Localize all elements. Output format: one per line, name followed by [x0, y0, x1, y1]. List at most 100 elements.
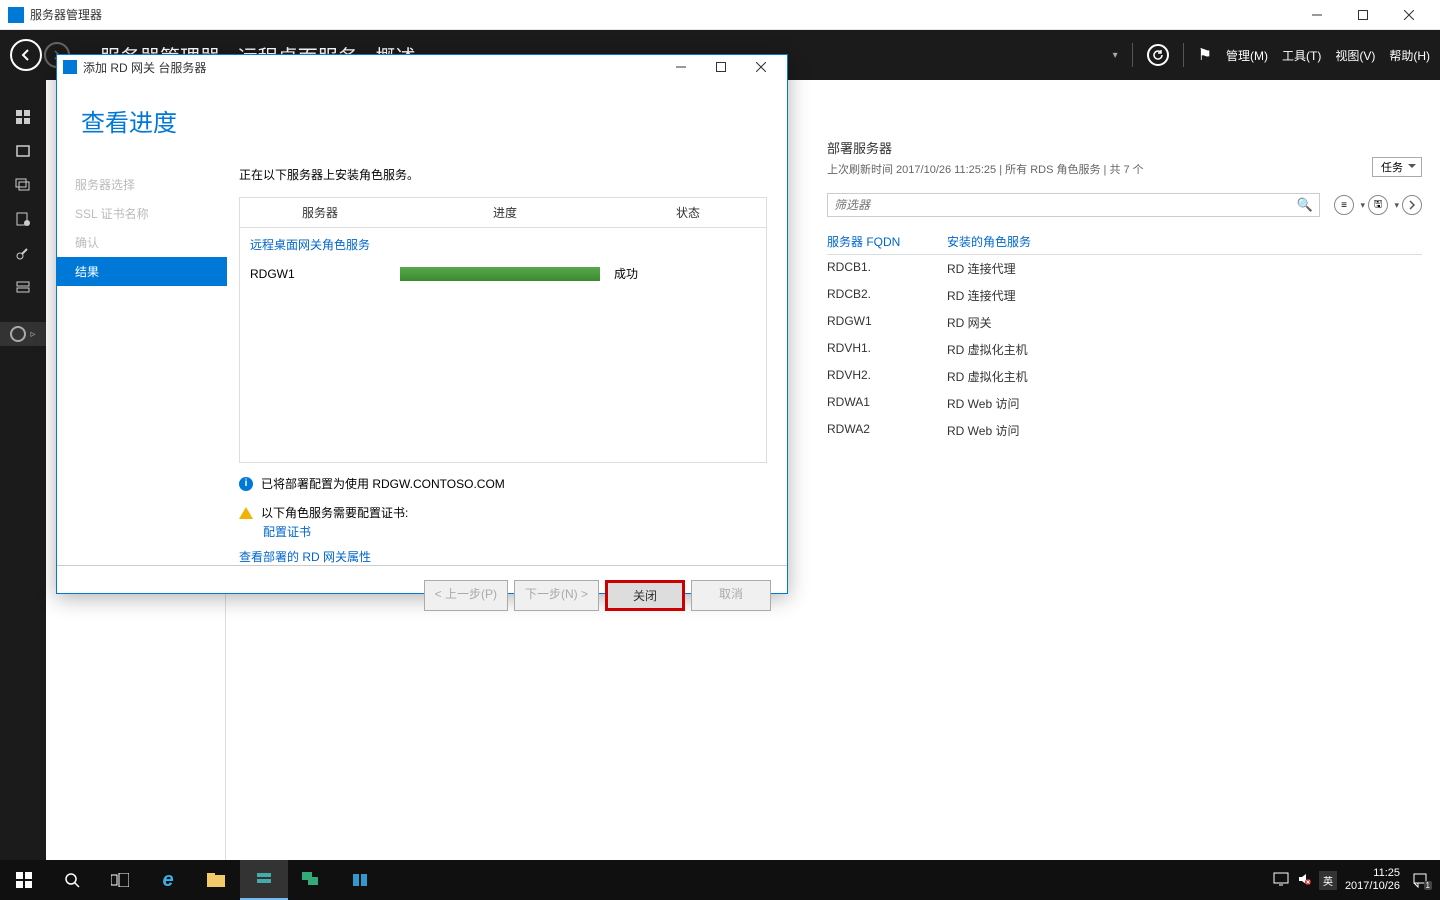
- tasks-dropdown[interactable]: 任务: [1372, 157, 1422, 177]
- parent-window-titlebar: 服务器管理器: [0, 0, 1440, 30]
- iis-icon[interactable]: [14, 244, 32, 262]
- all-servers-icon[interactable]: [14, 176, 32, 194]
- cell-fqdn: RDWA1: [827, 395, 947, 412]
- task-view-button[interactable]: [96, 860, 144, 900]
- cancel-button: 取消: [691, 580, 771, 611]
- table-row[interactable]: RDVH2.RD 虚拟化主机: [827, 363, 1422, 390]
- cell-roles: RD 连接代理: [947, 287, 1422, 304]
- menu-tools[interactable]: 工具(T): [1282, 47, 1321, 64]
- header-divider: [1132, 43, 1133, 67]
- taskbar-hyperv-icon[interactable]: [288, 860, 336, 900]
- save-filter-button[interactable]: 🖫▾: [1368, 195, 1388, 215]
- dialog-maximize-button[interactable]: [701, 55, 741, 79]
- configure-certificate-link[interactable]: 配置证书: [263, 525, 311, 539]
- rds-icon[interactable]: [14, 210, 32, 228]
- clock-date: 2017/10/26: [1345, 880, 1400, 893]
- result-row: RDGW1 成功: [240, 261, 766, 292]
- local-server-icon[interactable]: [14, 142, 32, 160]
- search-button[interactable]: [48, 860, 96, 900]
- view-rd-gateway-properties-link[interactable]: 查看部署的 RD 网关属性: [239, 548, 767, 565]
- dropdown-caret-icon[interactable]: ▾: [1113, 50, 1118, 61]
- cell-fqdn: RDWA2: [827, 422, 947, 439]
- menu-help[interactable]: 帮助(H): [1389, 47, 1430, 64]
- wizard-step: 确认: [57, 228, 227, 257]
- taskbar-explorer-icon[interactable]: [192, 860, 240, 900]
- dialog-footer: < 上一步(P) 下一步(N) > 关闭 取消: [57, 565, 787, 625]
- volume-icon[interactable]: [1297, 872, 1311, 889]
- info-text: 已将部署配置为使用 RDGW.CONTOSO.COM: [261, 475, 505, 492]
- table-row[interactable]: RDCB1.RD 连接代理: [827, 255, 1422, 282]
- close-wizard-button[interactable]: 关闭: [605, 580, 685, 611]
- cell-roles: RD 虚拟化主机: [947, 341, 1422, 358]
- info-icon: i: [239, 477, 253, 491]
- cell-roles: RD Web 访问: [947, 422, 1422, 439]
- col-progress: 进度: [400, 198, 610, 227]
- expand-panel-button[interactable]: [1402, 195, 1422, 215]
- wizard-step: 服务器选择: [57, 170, 227, 199]
- previous-button: < 上一步(P): [424, 580, 508, 611]
- cell-fqdn: RDCB1.: [827, 260, 947, 277]
- table-row[interactable]: RDWA2RD Web 访问: [827, 417, 1422, 444]
- taskbar-server-manager-icon[interactable]: [240, 860, 288, 900]
- cell-fqdn: RDVH2.: [827, 368, 947, 385]
- clock[interactable]: 11:25 2017/10/26: [1345, 867, 1400, 893]
- refresh-button[interactable]: [1147, 44, 1169, 66]
- column-header-fqdn[interactable]: 服务器 FQDN: [827, 233, 947, 250]
- arrow-left-icon: [19, 48, 33, 62]
- search-icon[interactable]: 🔍: [1297, 197, 1313, 213]
- parent-window-title: 服务器管理器: [30, 6, 1294, 23]
- panel-subtitle: 上次刷新时间 2017/10/26 11:25:25 | 所有 RDS 角色服务…: [827, 161, 1144, 177]
- result-section-label: 远程桌面网关角色服务: [240, 228, 766, 261]
- next-button: 下一步(N) >: [514, 580, 599, 611]
- warning-text: 以下角色服务需要配置证书:: [261, 504, 408, 521]
- install-text: 正在以下服务器上安装角色服务。: [239, 166, 767, 183]
- menu-manage[interactable]: 管理(M): [1226, 47, 1268, 64]
- taskbar-ie-icon[interactable]: e: [144, 860, 192, 900]
- results-table: 服务器 进度 状态 远程桌面网关角色服务 RDGW1 成功: [239, 197, 767, 463]
- result-state: 成功: [614, 265, 638, 282]
- wizard-steps-list: 服务器选择SSL 证书名称确认结果: [57, 150, 227, 565]
- notification-count-badge: 1: [1424, 881, 1432, 890]
- wizard-step: SSL 证书名称: [57, 199, 227, 228]
- dialog-icon: [63, 60, 77, 74]
- cell-roles: RD Web 访问: [947, 395, 1422, 412]
- col-server: 服务器: [240, 198, 400, 227]
- result-server-name: RDGW1: [250, 267, 400, 281]
- close-button[interactable]: [1386, 1, 1432, 29]
- refresh-icon: [1152, 49, 1164, 61]
- panel-title: 部署服务器: [827, 138, 1144, 157]
- start-button[interactable]: [0, 860, 48, 900]
- table-row[interactable]: RDWA1RD Web 访问: [827, 390, 1422, 417]
- dialog-title: 添加 RD 网关 台服务器: [83, 59, 661, 76]
- dialog-minimize-button[interactable]: [661, 55, 701, 79]
- action-center-icon[interactable]: 1: [1408, 868, 1432, 892]
- maximize-button[interactable]: [1340, 1, 1386, 29]
- col-state: 状态: [610, 198, 766, 227]
- view-options-button[interactable]: ≡▾: [1334, 195, 1354, 215]
- column-header-roles[interactable]: 安装的角色服务: [947, 233, 1422, 250]
- gear-icon: [10, 326, 26, 342]
- network-icon[interactable]: [1273, 872, 1289, 889]
- left-navigation-rail: ▹: [0, 80, 46, 860]
- taskbar-app-icon[interactable]: [336, 860, 384, 900]
- filter-input[interactable]: [834, 198, 1297, 212]
- warning-icon: [239, 507, 253, 519]
- deployment-servers-panel: 部署服务器 上次刷新时间 2017/10/26 11:25:25 | 所有 RD…: [791, 80, 1440, 860]
- cell-roles: RD 网关: [947, 314, 1422, 331]
- dashboard-icon[interactable]: [14, 108, 32, 126]
- dialog-heading: 查看进度: [57, 79, 787, 150]
- ime-indicator[interactable]: 英: [1319, 871, 1337, 890]
- cell-fqdn: RDGW1: [827, 314, 947, 331]
- taskbar: e 英 11:25 2017/10/26 1: [0, 860, 1440, 900]
- back-button[interactable]: [10, 39, 42, 71]
- dialog-close-button[interactable]: [741, 55, 781, 79]
- minimize-button[interactable]: [1294, 1, 1340, 29]
- menu-view[interactable]: 视图(V): [1335, 47, 1375, 64]
- table-row[interactable]: RDCB2.RD 连接代理: [827, 282, 1422, 309]
- notifications-flag-icon[interactable]: ⚑: [1198, 45, 1212, 65]
- file-services-icon[interactable]: [14, 278, 32, 296]
- rail-settings[interactable]: ▹: [0, 322, 46, 346]
- table-row[interactable]: RDGW1RD 网关: [827, 309, 1422, 336]
- table-row[interactable]: RDVH1.RD 虚拟化主机: [827, 336, 1422, 363]
- dialog-titlebar[interactable]: 添加 RD 网关 台服务器: [57, 55, 787, 79]
